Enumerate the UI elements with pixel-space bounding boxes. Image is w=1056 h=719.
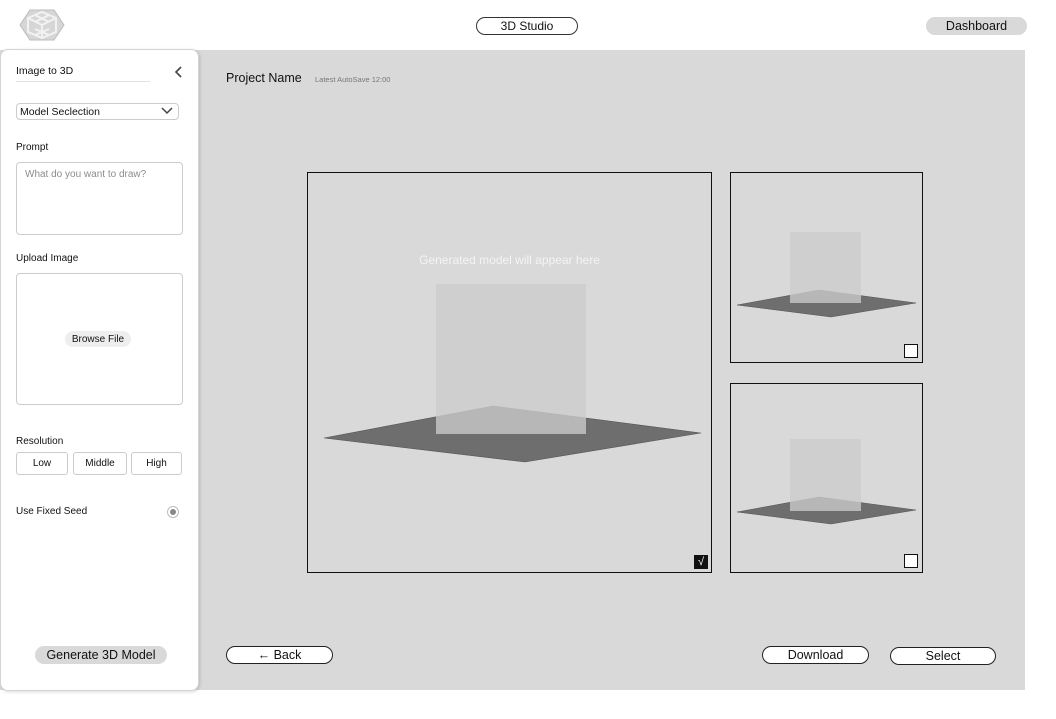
checkmark-icon: √ — [697, 556, 705, 568]
back-button[interactable]: ← Back — [226, 646, 333, 664]
main-model-viewport[interactable]: Generated model will appear here √ — [307, 172, 712, 573]
resolution-high-button[interactable]: High — [131, 452, 182, 475]
model-box — [790, 232, 861, 303]
sidebar-title: Image to 3D — [16, 65, 74, 77]
collapse-sidebar-icon[interactable] — [171, 64, 187, 80]
select-variant-b-checkbox[interactable] — [904, 554, 918, 568]
divider — [16, 81, 150, 82]
prompt-label: Prompt — [16, 142, 49, 153]
resolution-middle-button[interactable]: Middle — [73, 452, 127, 475]
model-selection-value: Model Seclection — [20, 105, 100, 118]
model-box — [436, 284, 586, 434]
variant-viewport-b[interactable] — [730, 383, 923, 573]
fixed-seed-radio[interactable] — [167, 506, 179, 518]
model-selection-dropdown[interactable]: Model Seclection — [16, 103, 179, 120]
chevron-down-icon — [161, 106, 173, 116]
prompt-input[interactable]: What do you want to draw? — [16, 162, 183, 235]
model-box — [790, 439, 861, 511]
resolution-label: Resolution — [16, 436, 64, 447]
project-name[interactable]: Project Name — [226, 71, 302, 85]
download-button[interactable]: Download — [762, 646, 869, 664]
upload-image-label: Upload Image — [16, 253, 79, 264]
top-bar: 3D Studio Dashboard — [0, 0, 1056, 50]
browse-file-button[interactable]: Browse File — [65, 331, 131, 347]
select-variant-a-checkbox[interactable] — [904, 344, 918, 358]
resolution-low-button[interactable]: Low — [16, 452, 68, 475]
fixed-seed-label: Use Fixed Seed — [16, 506, 88, 517]
sidebar-panel: Image to 3D Model Seclection Prompt What… — [0, 49, 199, 691]
prompt-placeholder: What do you want to draw? — [25, 169, 147, 180]
app-logo[interactable] — [18, 8, 66, 42]
select-main-checkbox[interactable]: √ — [694, 555, 708, 569]
studio-title-button[interactable]: 3D Studio — [476, 17, 578, 35]
dashboard-button[interactable]: Dashboard — [926, 17, 1027, 35]
autosave-status: Latest AutoSave 12:00 — [315, 75, 391, 84]
variant-viewport-a[interactable] — [730, 172, 923, 363]
generate-3d-model-button[interactable]: Generate 3D Model — [35, 646, 167, 664]
upload-dropzone[interactable]: Browse File — [16, 273, 183, 405]
select-button[interactable]: Select — [890, 647, 996, 665]
viewport-hint: Generated model will appear here — [419, 253, 600, 267]
